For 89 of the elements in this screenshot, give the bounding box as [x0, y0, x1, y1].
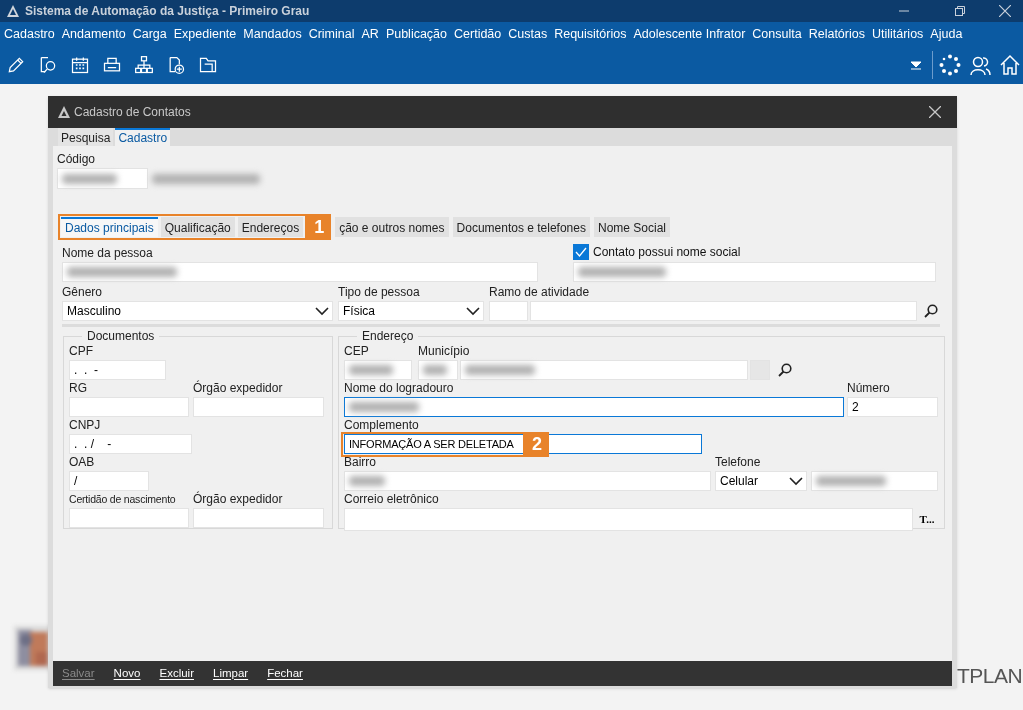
tab[interactable]: Cadastro: [115, 128, 171, 146]
text-field[interactable]: [344, 397, 844, 417]
home-icon[interactable]: [999, 54, 1021, 76]
field-label: CPF: [69, 343, 94, 360]
footer-button[interactable]: Limpar: [213, 664, 249, 683]
loading-spinner-icon[interactable]: [939, 54, 961, 76]
menu-item[interactable]: Expediente: [173, 24, 237, 44]
dialog-title: Cadastro de Contatos: [74, 104, 191, 121]
menu-item[interactable]: Certidão: [454, 24, 502, 44]
footer-button[interactable]: Fechar: [267, 664, 303, 683]
field-label: CNPJ: [69, 417, 102, 434]
callout-badge: 2: [525, 432, 549, 457]
field-label: OAB: [69, 454, 96, 471]
tab[interactable]: Nome Social: [593, 217, 670, 237]
tab[interactable]: Qualificação: [160, 217, 235, 237]
menu-item[interactable]: Publicação: [385, 24, 448, 44]
menu-item[interactable]: Custas: [508, 24, 548, 44]
tab[interactable]: Dados principais: [61, 217, 158, 237]
folder-icon[interactable]: [198, 55, 218, 75]
field-label: Código: [57, 151, 97, 168]
field-label: Órgão expedidor: [193, 491, 284, 508]
text-field[interactable]: 2: [847, 397, 938, 417]
dropdown-value: Masculino: [67, 303, 122, 320]
app-logo-icon: [6, 4, 20, 18]
dropdown-arrow-icon[interactable]: [910, 59, 922, 71]
more-button[interactable]: T...: [915, 508, 939, 531]
chevron-down-icon: [789, 476, 803, 486]
callout-badge: 1: [307, 214, 332, 240]
checkbox[interactable]: [573, 243, 589, 260]
menu-item[interactable]: Andamento: [61, 24, 126, 44]
field-label: Município: [418, 343, 471, 360]
menu-item[interactable]: AR: [361, 24, 379, 44]
search-icon[interactable]: [924, 304, 938, 318]
menu-item[interactable]: Consulta: [752, 24, 802, 44]
search-document-icon[interactable]: [38, 55, 58, 75]
tab[interactable]: Endereços: [237, 217, 304, 237]
menu-item[interactable]: Carga: [132, 24, 167, 44]
menu-item[interactable]: Adolescente Infrator: [633, 24, 746, 44]
menu-item[interactable]: Requisitórios: [554, 24, 627, 44]
menu-item[interactable]: Mandados: [243, 24, 302, 44]
field-label: Gênero: [62, 284, 104, 301]
text-field[interactable]: /: [69, 471, 149, 491]
app-logo-icon: [58, 106, 70, 118]
field-label: Número: [847, 380, 891, 397]
dropdown[interactable]: Física: [338, 301, 484, 321]
tab[interactable]: Pesquisa: [58, 128, 114, 146]
menu-item[interactable]: Ajuda: [930, 24, 963, 44]
field-label: Bairro: [344, 454, 377, 471]
field-label: Órgão expedidor: [193, 380, 284, 397]
close-icon[interactable]: [929, 106, 941, 118]
dropdown[interactable]: Celular: [715, 471, 807, 491]
chevron-down-icon: [466, 306, 480, 316]
field-label: CEP: [344, 343, 370, 360]
footer-button[interactable]: Excluir: [159, 664, 194, 683]
logo-text: TPLAN: [957, 663, 1023, 689]
restore-icon[interactable]: [955, 6, 965, 16]
tab[interactable]: ção e outros nomes: [335, 217, 449, 237]
window-title: Sistema de Automação da Justiça - Primeiro Grau: [25, 3, 310, 20]
dropdown[interactable]: Masculino: [62, 301, 333, 321]
menu-item[interactable]: Criminal: [308, 24, 355, 44]
field-label: Nome da pessoa: [62, 245, 154, 262]
field-label: Telefone: [715, 454, 762, 471]
field-label: Correio eletrônico: [344, 491, 440, 508]
tab[interactable]: Documentos e telefones: [452, 217, 590, 237]
dropdown-value: Física: [343, 303, 375, 320]
group-title: Documentos: [86, 330, 156, 342]
field-label: Complemento: [344, 417, 420, 434]
field-label: Nome do logradouro: [344, 380, 455, 397]
check-icon: [575, 246, 587, 257]
chevron-down-icon: [315, 306, 329, 316]
dropdown-value: Celular: [720, 473, 758, 490]
menu-item[interactable]: Utilitários: [871, 24, 924, 44]
close-icon[interactable]: [999, 5, 1011, 17]
hierarchy-icon[interactable]: [134, 55, 154, 75]
field-label: RG: [69, 380, 88, 397]
text-field[interactable]: . . / -: [69, 434, 192, 454]
menu-item[interactable]: Relatórios: [808, 24, 865, 44]
field-label: Tipo de pessoa: [338, 284, 421, 301]
text-field[interactable]: . . -: [69, 360, 166, 380]
checkbox-label: Contato possui nome social: [593, 243, 741, 261]
users-icon[interactable]: [969, 54, 991, 76]
field-label: Certidão de nascimento: [69, 492, 177, 507]
field-label: Ramo de atividade: [489, 284, 591, 301]
edit-icon[interactable]: [6, 55, 26, 75]
group-title: Endereço: [361, 330, 415, 342]
footer-button[interactable]: Novo: [113, 664, 141, 683]
search-icon[interactable]: [778, 363, 792, 377]
calendar-icon[interactable]: [70, 55, 90, 75]
menu-item[interactable]: Cadastro: [4, 24, 55, 44]
